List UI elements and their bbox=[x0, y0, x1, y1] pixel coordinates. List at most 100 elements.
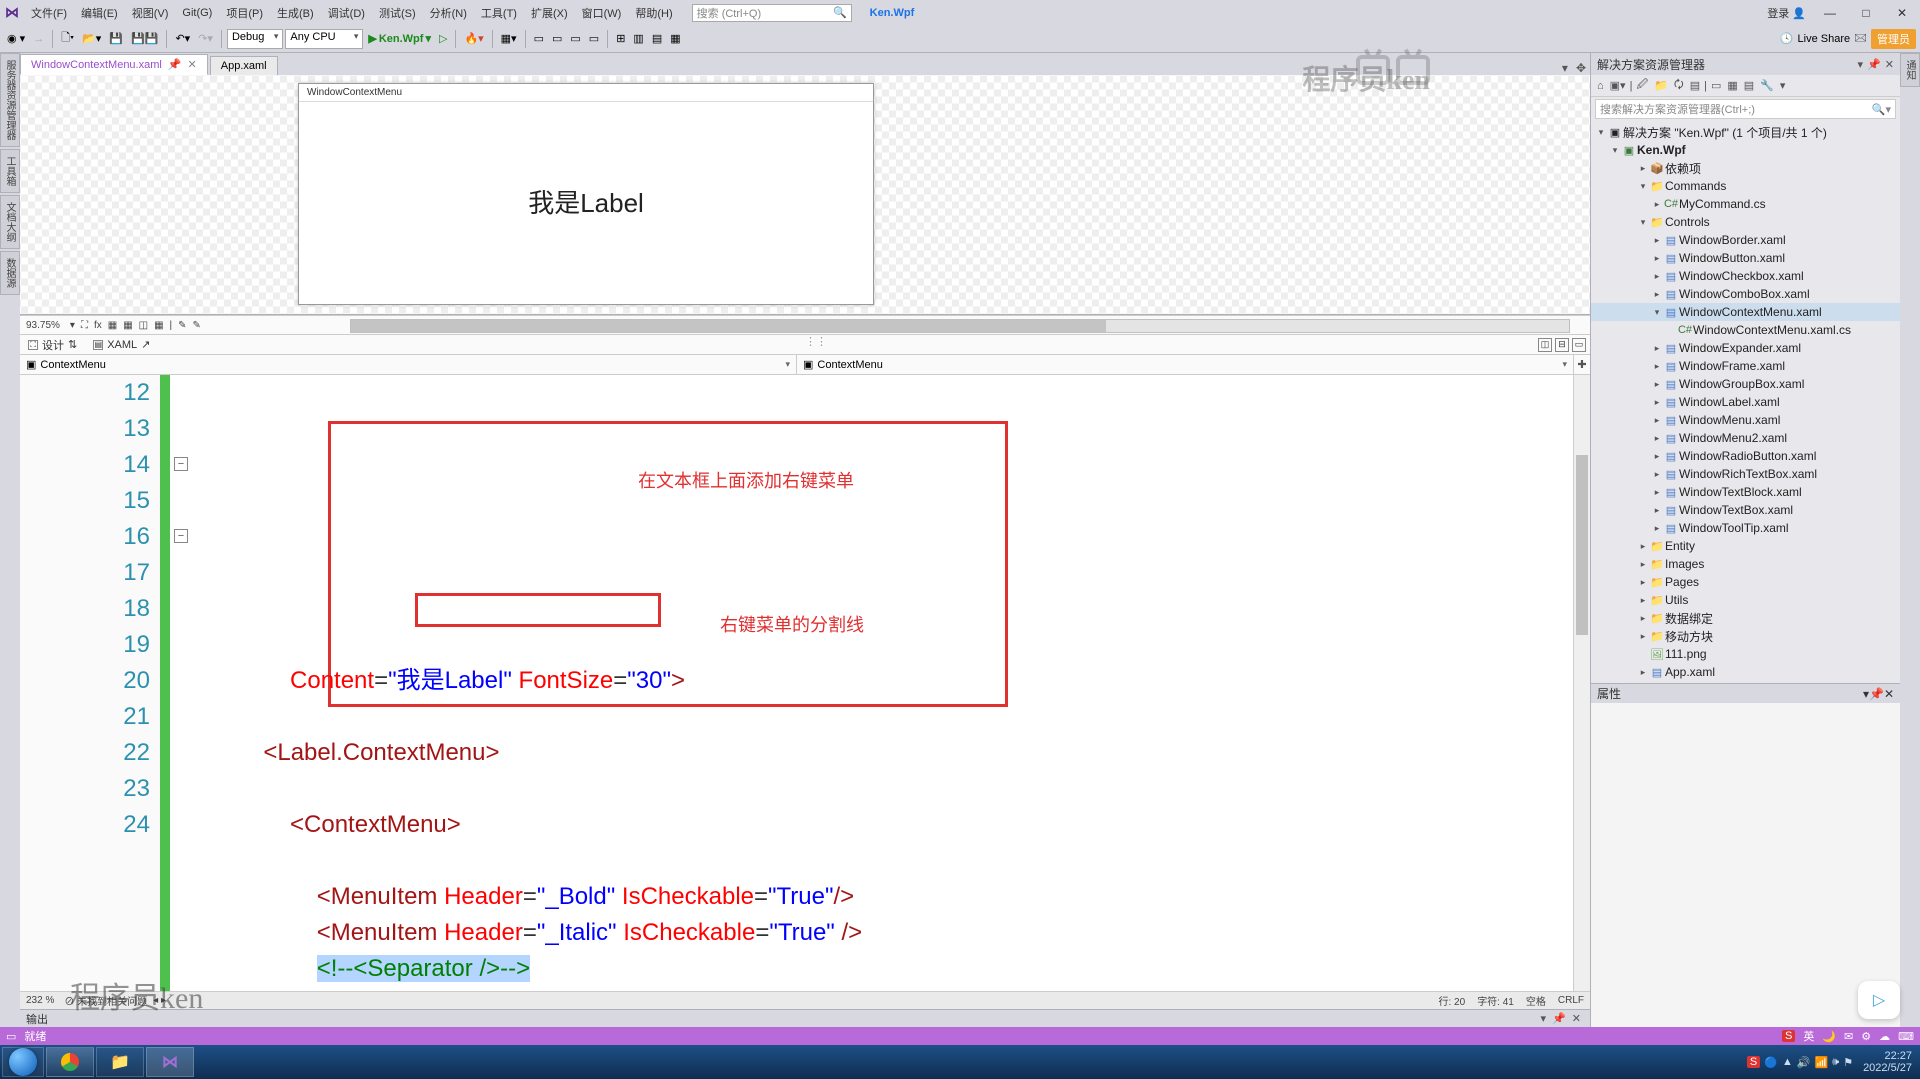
login-link[interactable]: 登录 👤 bbox=[1761, 5, 1812, 21]
tree-item[interactable]: ▾📁Controls bbox=[1591, 213, 1900, 231]
zoom-combo[interactable]: 93.75% bbox=[26, 320, 60, 331]
tb-icon-2[interactable]: ▭ bbox=[531, 30, 547, 47]
tray-icon[interactable]: 🔵 bbox=[1764, 1056, 1778, 1069]
se-icon[interactable]: ▤ bbox=[1688, 79, 1702, 92]
se-icon[interactable]: ▤ bbox=[1742, 79, 1756, 92]
tb-icon-8[interactable]: ▤ bbox=[649, 30, 665, 47]
close-tab-icon[interactable]: ✕ bbox=[188, 58, 197, 71]
undo-button[interactable]: ↶▾ bbox=[172, 30, 193, 47]
nav-back-button[interactable]: ◉ ▾ bbox=[4, 30, 28, 47]
tree-item[interactable]: ▸📁Utils bbox=[1591, 591, 1900, 609]
menu-item[interactable]: 文件(F) bbox=[24, 5, 74, 21]
mini-icon[interactable]: ✎ bbox=[193, 320, 201, 331]
design-label[interactable]: 我是Label bbox=[528, 183, 644, 220]
platform-combo[interactable]: Any CPU bbox=[285, 29, 363, 49]
tb-icon-4[interactable]: ▭ bbox=[567, 30, 583, 47]
xaml-designer[interactable]: WindowContextMenu 我是Label bbox=[20, 75, 1590, 315]
menu-item[interactable]: 测试(S) bbox=[372, 5, 423, 21]
tab-appxaml[interactable]: App.xaml bbox=[210, 56, 278, 75]
se-refresh-icon[interactable]: 🗘 bbox=[1672, 76, 1686, 95]
menu-item[interactable]: 分析(N) bbox=[423, 5, 474, 21]
properties-body[interactable] bbox=[1591, 703, 1900, 1027]
tree-item[interactable]: ▸▤WindowFrame.xaml bbox=[1591, 357, 1900, 375]
tree-project[interactable]: ▾▣Ken.Wpf bbox=[1591, 141, 1900, 159]
split-vert-icon[interactable]: ◫ bbox=[1538, 338, 1552, 352]
editor-zoom[interactable]: 232 % bbox=[26, 995, 54, 1006]
start-button[interactable] bbox=[2, 1047, 44, 1077]
redo-button[interactable]: ↷▾ bbox=[195, 30, 216, 47]
taskbar-explorer[interactable]: 📁 bbox=[96, 1047, 144, 1077]
tree-item[interactable]: ▸▤WindowComboBox.xaml bbox=[1591, 285, 1900, 303]
editor-vscrollbar[interactable] bbox=[1573, 375, 1590, 991]
panel-dropdown-icon[interactable]: ▾ bbox=[1858, 58, 1864, 71]
tray-keyboard-icon[interactable]: ⌨ bbox=[1898, 1030, 1914, 1043]
indent-mode[interactable]: 空格 bbox=[1526, 993, 1546, 1008]
tree-item[interactable]: ▾▤WindowContextMenu.xaml bbox=[1591, 303, 1900, 321]
pin-icon[interactable]: 📌 bbox=[168, 58, 182, 71]
tab-window-icon[interactable]: ✥ bbox=[1572, 61, 1590, 75]
mini-icon[interactable]: ⛶ bbox=[81, 320, 88, 331]
tray-cloud-icon[interactable]: ☁ bbox=[1879, 1030, 1890, 1043]
crumb-split-icon[interactable]: ✚ bbox=[1574, 355, 1590, 374]
menu-item[interactable]: 编辑(E) bbox=[74, 5, 125, 21]
tray-icon[interactable]: 🔊 bbox=[1797, 1056, 1811, 1069]
tray-settings-icon[interactable]: ⚙ bbox=[1861, 1030, 1871, 1043]
tb-icon-5[interactable]: ▭ bbox=[586, 30, 602, 47]
code-body[interactable]: 在文本框上面添加右键菜单 右键菜单的分割线 Content="我是Label" … bbox=[210, 375, 1573, 991]
ime-icon[interactable]: S bbox=[1782, 1030, 1795, 1042]
config-combo[interactable]: Debug bbox=[227, 29, 283, 49]
left-tab-server-explorer[interactable]: 服务器资源管理器 bbox=[0, 53, 20, 147]
output-pin-icon[interactable]: 📌 bbox=[1549, 1012, 1569, 1025]
tree-item[interactable]: C#WindowContextMenu.xaml.cs bbox=[1591, 321, 1900, 339]
start-no-debug-button[interactable]: ▷ bbox=[436, 30, 450, 47]
ime-lang[interactable]: 英 bbox=[1803, 1028, 1814, 1044]
tree-item[interactable]: ▸▤WindowGroupBox.xaml bbox=[1591, 375, 1900, 393]
tb-icon-9[interactable]: ▦ bbox=[667, 30, 683, 47]
tab-windowcontextmenu[interactable]: WindowContextMenu.xaml 📌 ✕ bbox=[20, 54, 208, 75]
fold-toggle[interactable]: − bbox=[174, 529, 188, 543]
menu-item[interactable]: 视图(V) bbox=[125, 5, 176, 21]
save-button[interactable]: 💾 bbox=[106, 30, 126, 47]
open-button[interactable]: 📂▾ bbox=[79, 30, 104, 47]
eol-mode[interactable]: CRLF bbox=[1558, 995, 1584, 1006]
tab-design[interactable]: ⛶设计 ⇅ bbox=[20, 335, 85, 355]
output-dropdown-icon[interactable]: ▾ bbox=[1538, 1012, 1550, 1025]
se-properties-icon[interactable]: 🔧 bbox=[1758, 79, 1776, 92]
tree-item[interactable]: ▸▤WindowMenu2.xaml bbox=[1591, 429, 1900, 447]
se-icon[interactable]: ▾ bbox=[1778, 79, 1788, 92]
tree-item[interactable]: ▸▤WindowButton.xaml bbox=[1591, 249, 1900, 267]
system-tray[interactable]: S 🔵 ▲ 🔊 📶 🕪 ⚑ 22:27 2022/5/27 bbox=[1747, 1050, 1918, 1074]
tb-icon-6[interactable]: ⊞ bbox=[613, 30, 628, 47]
save-all-button[interactable]: 💾💾 bbox=[128, 30, 161, 47]
tree-item[interactable]: ▸▤WindowRadioButton.xaml bbox=[1591, 447, 1900, 465]
solution-search[interactable]: 搜索解决方案资源管理器(Ctrl+;) 🔍▾ bbox=[1595, 99, 1896, 119]
search-box[interactable]: 搜索 (Ctrl+Q) 🔍 bbox=[692, 4, 852, 22]
tb-icon-3[interactable]: ▭ bbox=[549, 30, 565, 47]
taskbar-visualstudio[interactable]: ⋈ bbox=[146, 1047, 194, 1077]
tree-item[interactable]: ▸C#MyCommand.cs bbox=[1591, 195, 1900, 213]
left-tab-toolbox[interactable]: 工具箱 bbox=[0, 149, 20, 193]
splitter-handle[interactable]: ⋮⋮ bbox=[805, 335, 827, 348]
tree-item[interactable]: ▸▤WindowExpander.xaml bbox=[1591, 339, 1900, 357]
tree-item[interactable]: ▸📁数据绑定 bbox=[1591, 609, 1900, 627]
left-tab-data-sources[interactable]: 数据源 bbox=[0, 251, 20, 295]
menu-item[interactable]: 调试(D) bbox=[321, 5, 372, 21]
mini-icon[interactable]: ▦ bbox=[123, 320, 132, 331]
tb-icon-1[interactable]: ▦▾ bbox=[498, 30, 520, 47]
fold-toggle[interactable]: − bbox=[174, 457, 188, 471]
tree-item[interactable]: ▸▤WindowBorder.xaml bbox=[1591, 231, 1900, 249]
se-icon[interactable]: ▭ bbox=[1709, 79, 1723, 92]
maximize-button[interactable]: □ bbox=[1848, 6, 1884, 20]
tree-item[interactable]: ▸▤WindowLabel.xaml bbox=[1591, 393, 1900, 411]
tray-icon[interactable]: ⚑ bbox=[1843, 1056, 1853, 1069]
tree-item[interactable]: 🖼111.png bbox=[1591, 645, 1900, 663]
feedback-icon[interactable]: 🖂 bbox=[1854, 29, 1867, 48]
output-title[interactable]: 输出 bbox=[26, 1011, 48, 1027]
right-tab-notifications[interactable]: 通知 bbox=[1900, 53, 1920, 87]
bilibili-float-button[interactable]: ▷ bbox=[1858, 981, 1900, 1019]
tree-solution-root[interactable]: ▾▣解决方案 "Ken.Wpf" (1 个项目/共 1 个) bbox=[1591, 123, 1900, 141]
mini-icon[interactable]: fx bbox=[94, 320, 102, 331]
tb-icon-7[interactable]: ▥ bbox=[630, 30, 646, 47]
menu-item[interactable]: Git(G) bbox=[175, 7, 219, 19]
crumb-right[interactable]: ▣ ContextMenu bbox=[797, 355, 1574, 374]
